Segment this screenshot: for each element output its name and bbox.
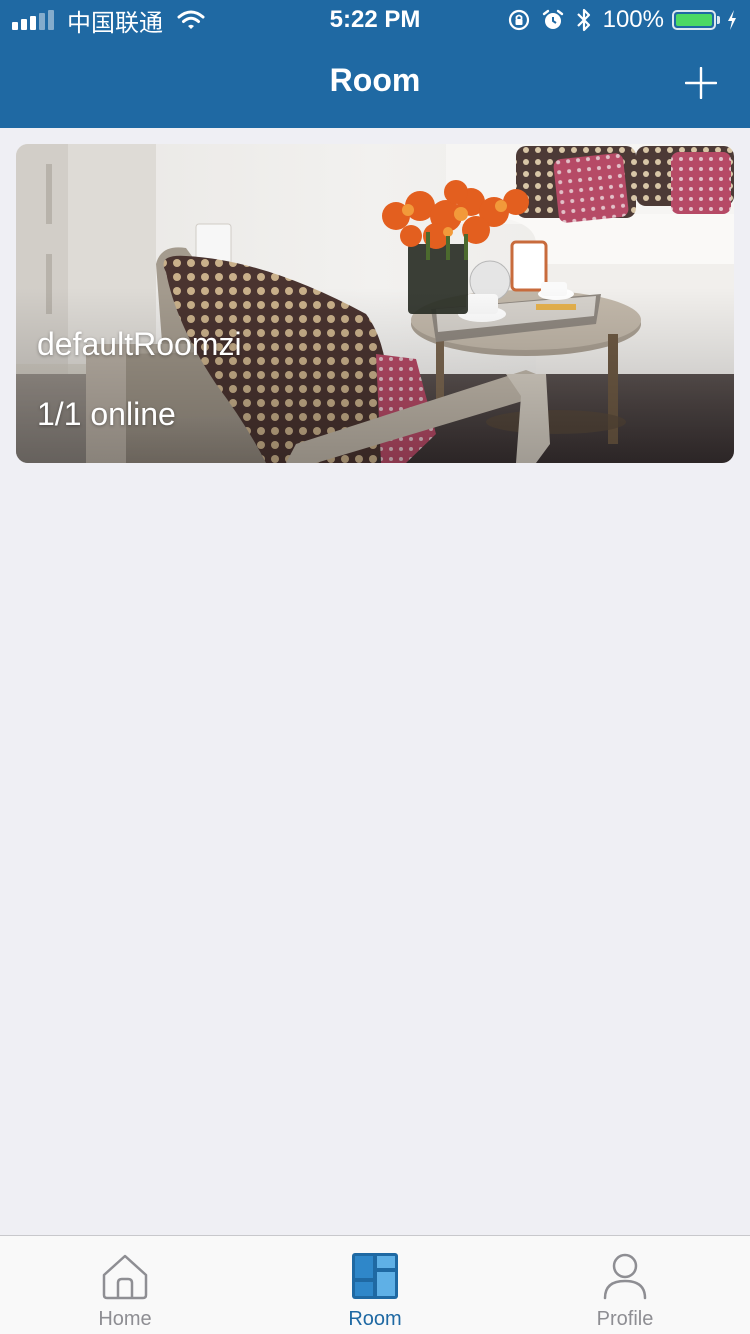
app: 中国联通 5:22 PM 100% Room defaultRoomzi 1/1… <box>0 0 750 1334</box>
plus-icon <box>685 67 717 99</box>
battery-percent: 100% <box>602 6 664 33</box>
tab-bar: Home Room Profile <box>0 1235 750 1334</box>
charging-icon <box>726 9 738 31</box>
room-online-status: 1/1 online <box>37 396 176 432</box>
home-icon <box>99 1250 151 1302</box>
tab-room[interactable]: Room <box>250 1236 500 1334</box>
rotation-lock-icon <box>507 8 531 32</box>
battery-fill <box>676 14 712 26</box>
page-title: Room <box>329 62 421 98</box>
bluetooth-icon <box>575 7 593 33</box>
battery-cap <box>717 16 720 24</box>
status-bar: 中国联通 5:22 PM 100% <box>0 0 750 40</box>
room-card[interactable]: defaultRoomzi 1/1 online <box>16 144 734 463</box>
tab-home-label: Home <box>98 1308 152 1330</box>
top-bar: 中国联通 5:22 PM 100% Room <box>0 0 750 128</box>
person-icon <box>599 1250 651 1302</box>
alarm-icon <box>541 8 565 32</box>
battery-icon <box>672 10 716 30</box>
tab-room-label: Room <box>348 1308 402 1330</box>
tab-home[interactable]: Home <box>0 1236 250 1334</box>
room-name: defaultRoomzi <box>37 326 242 362</box>
add-room-button[interactable] <box>678 60 724 106</box>
room-grid-icon <box>349 1250 401 1302</box>
status-right: 100% <box>497 6 738 34</box>
tab-profile[interactable]: Profile <box>500 1236 750 1334</box>
tab-profile-label: Profile <box>596 1308 654 1330</box>
